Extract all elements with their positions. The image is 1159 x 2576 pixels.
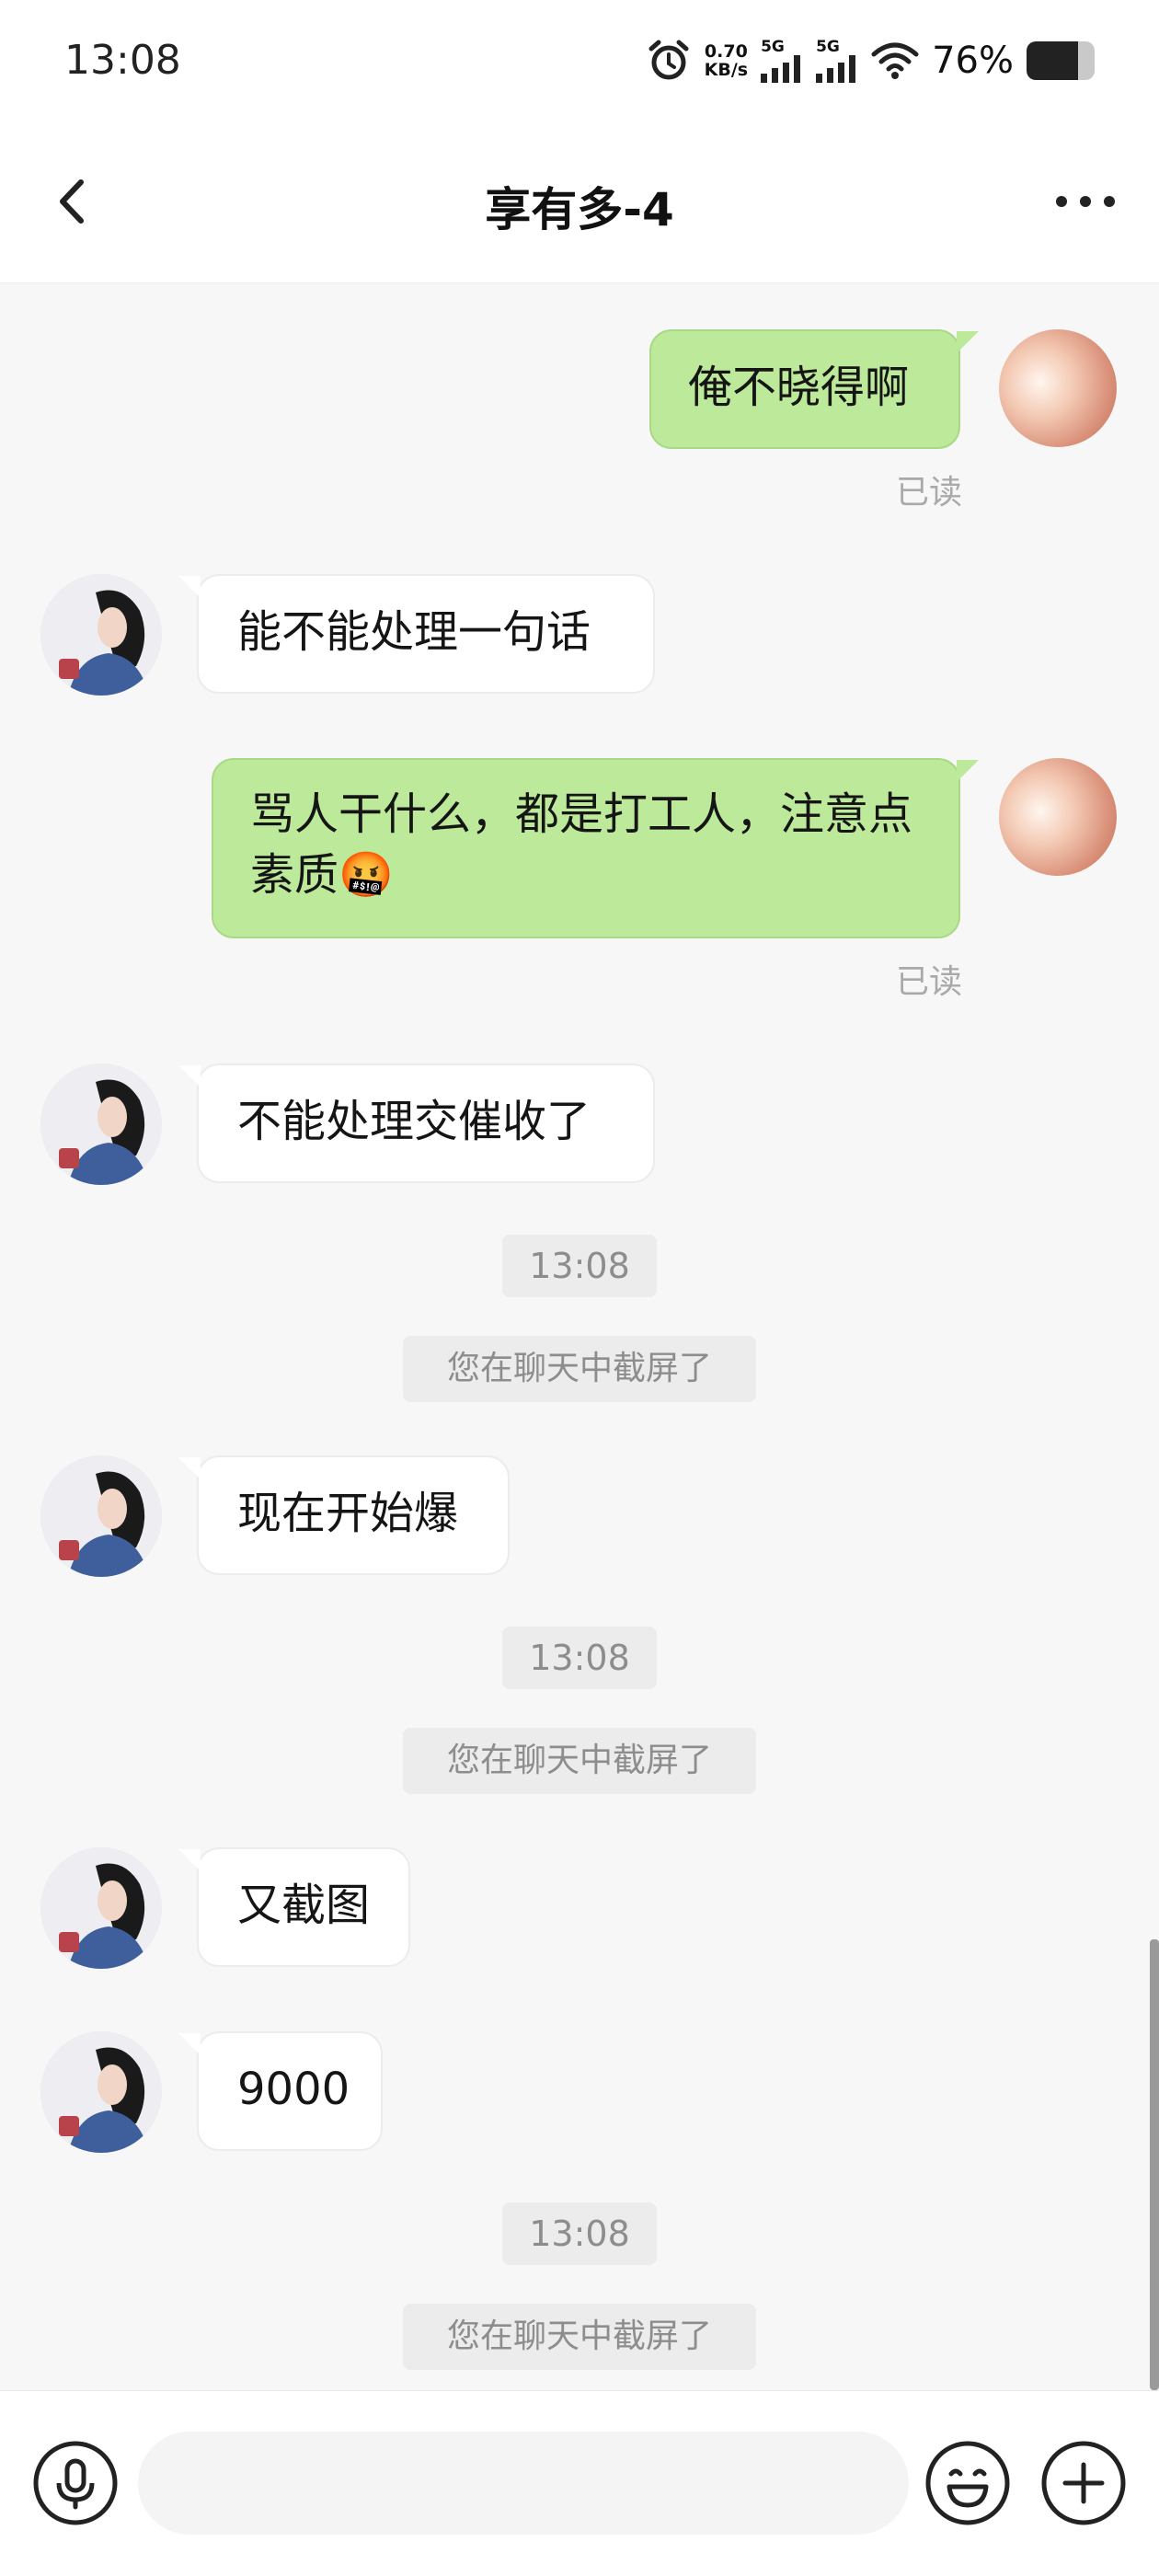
status-time: 13:08 [64, 37, 181, 84]
signal-icon [761, 54, 801, 83]
read-status: 已读 [896, 474, 963, 512]
contact-avatar[interactable] [40, 574, 162, 696]
contact-message-bubble[interactable]: 不能处理交催收了 [178, 1064, 655, 1183]
microphone-icon [33, 2441, 118, 2525]
contact-photo [40, 1455, 162, 1577]
contact-message-bubble[interactable]: 现在开始爆 [178, 1455, 510, 1575]
read-status: 已读 [896, 963, 963, 1001]
contact-avatar[interactable] [40, 2031, 162, 2153]
message-list[interactable]: 俺不晓得啊 已读 能不能处理一句话 骂人干什么，都是打工人，注意点素质🤬 已读 … [0, 283, 1159, 2390]
chat-title: 享有多-4 [485, 183, 674, 236]
timestamp-pill: 13:08 [502, 1235, 657, 1297]
network-speed-unit: KB/s [704, 60, 749, 80]
status-bar: 13:08 0.70 KB/s 5G 5G 76% [0, 0, 1159, 129]
voice-button[interactable] [31, 2439, 120, 2527]
contact-photo [40, 1847, 162, 1969]
sim1-signal: 5G [761, 37, 803, 83]
contact-photo [40, 1064, 162, 1185]
more-button[interactable] [1049, 169, 1122, 234]
network-speed-value: 0.70 [704, 41, 748, 62]
more-dots-icon [1056, 196, 1115, 207]
emoji-button[interactable] [924, 2439, 1012, 2527]
system-notice: 您在聊天中截屏了 [403, 1728, 756, 1794]
contact-photo [40, 2031, 162, 2153]
my-message-bubble[interactable]: 骂人干什么，都是打工人，注意点素质🤬 [212, 758, 979, 938]
contact-avatar[interactable] [40, 1455, 162, 1577]
battery-percent: 76% [932, 40, 1014, 82]
my-message-bubble[interactable]: 俺不晓得啊 [649, 329, 979, 449]
contact-message-bubble[interactable]: 能不能处理一句话 [178, 574, 655, 694]
emoji-icon [925, 2441, 1010, 2525]
scrollbar[interactable] [1150, 1939, 1159, 2390]
contact-avatar[interactable] [40, 1064, 162, 1185]
chat-header: 享有多-4 [0, 129, 1159, 283]
my-avatar[interactable] [999, 758, 1117, 876]
plus-icon [1041, 2441, 1126, 2525]
sim2-signal: 5G [816, 37, 858, 83]
sim1-label: 5G [761, 37, 785, 56]
timestamp-pill: 13:08 [502, 2202, 657, 2265]
more-actions-button[interactable] [1039, 2439, 1128, 2527]
contact-photo [40, 574, 162, 696]
input-bar [0, 2390, 1159, 2576]
message-input[interactable] [138, 2432, 909, 2535]
system-notice: 您在聊天中截屏了 [403, 2304, 756, 2370]
alarm-icon [648, 40, 689, 80]
my-avatar[interactable] [999, 329, 1117, 447]
contact-message-bubble[interactable]: 9000 [178, 2031, 383, 2151]
battery-icon [1027, 41, 1095, 80]
status-indicators: 0.70 KB/s 5G 5G 76% [646, 35, 1095, 86]
sim2-label: 5G [816, 37, 840, 56]
contact-message-bubble[interactable]: 又截图 [178, 1847, 410, 1967]
system-notice: 您在聊天中截屏了 [403, 1336, 756, 1402]
network-speed: 0.70 KB/s [705, 42, 748, 79]
timestamp-pill: 13:08 [502, 1627, 657, 1689]
battery-fill [1027, 41, 1079, 80]
contact-avatar[interactable] [40, 1847, 162, 1969]
signal-icon [816, 54, 856, 83]
wifi-icon [871, 42, 919, 79]
